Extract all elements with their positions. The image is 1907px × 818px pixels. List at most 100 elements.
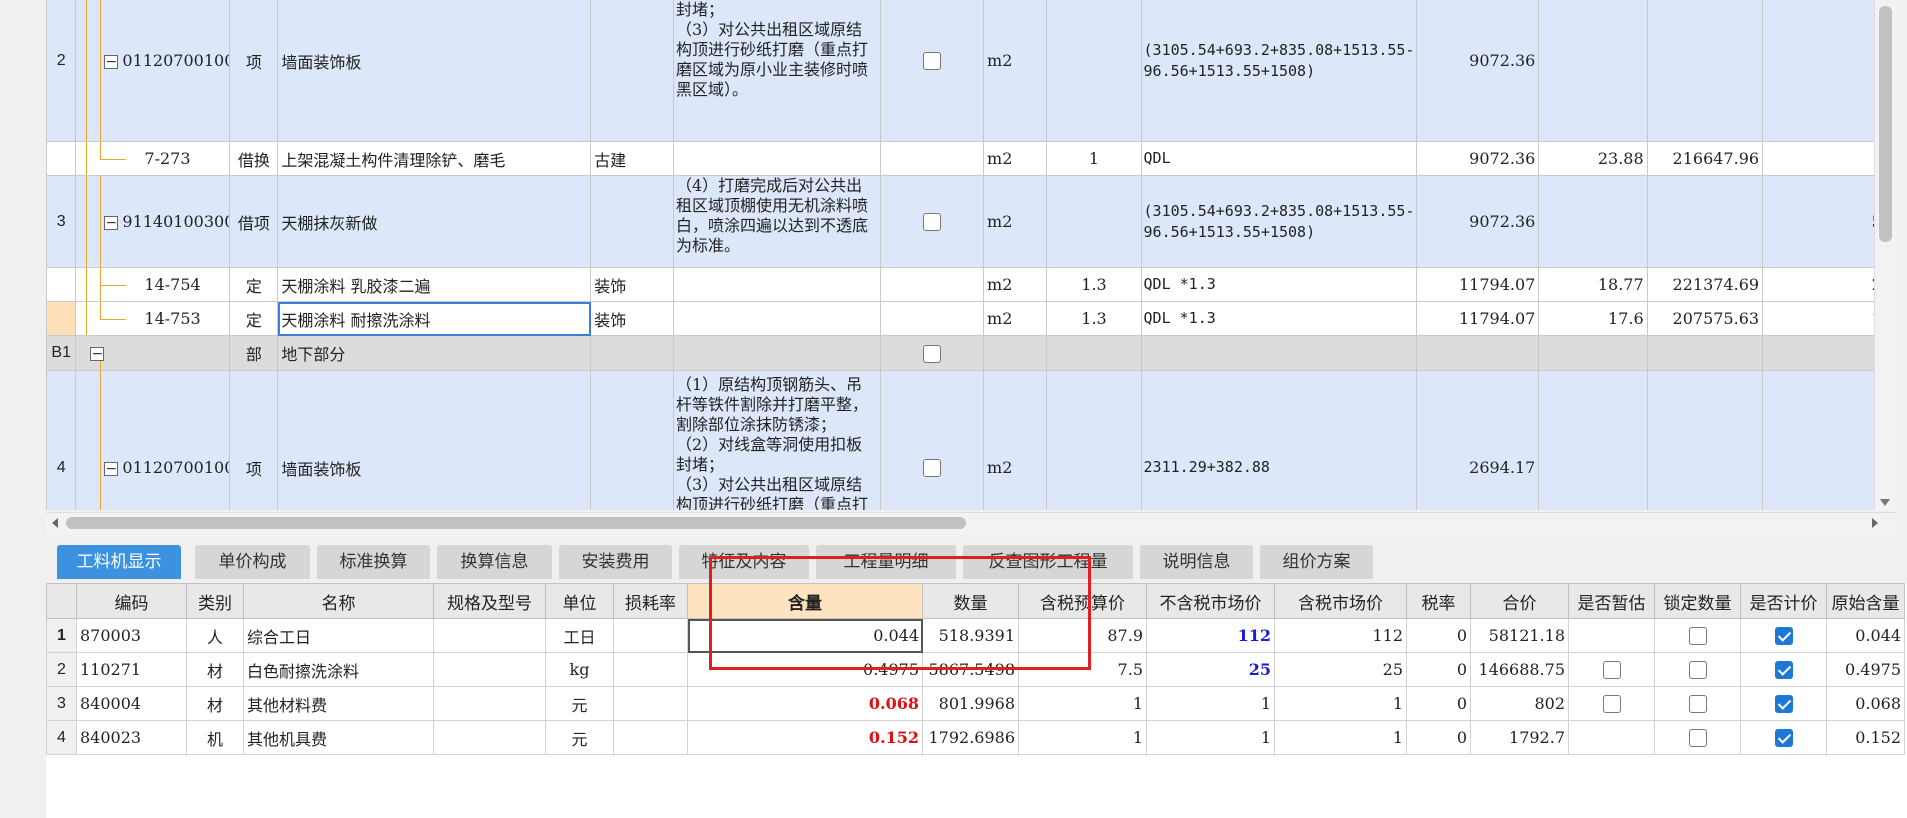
code-cell[interactable]: −011207001001 [75, 0, 231, 142]
priced-cell[interactable] [1740, 720, 1827, 755]
table-row[interactable]: 3 −911401003001 借项 天棚抹灰新做 （4）打磨完成后对公共出租区… [46, 175, 1896, 268]
column-header[interactable]: 含税市场价 [1274, 583, 1407, 619]
lock-qty-checkbox[interactable] [1688, 661, 1707, 680]
provisional-checkbox[interactable] [1602, 661, 1621, 680]
scroll-down-arrow-icon[interactable] [1880, 499, 1890, 506]
checkbox[interactable] [922, 459, 941, 478]
table-row[interactable]: 7-273 借换 上架混凝土构件清理除铲、磨毛 古建 m2 1 QDL 9072… [46, 141, 1896, 176]
total-cell: 58121.18 [1470, 618, 1569, 653]
tab-features-content[interactable]: 特征及内容 [679, 545, 809, 579]
column-header[interactable]: 锁定数量 [1654, 583, 1741, 619]
checkbox[interactable] [922, 344, 941, 363]
lock-qty-cell[interactable] [1654, 686, 1741, 721]
scroll-right-arrow-icon[interactable] [1872, 518, 1878, 528]
column-header[interactable]: 损耗率 [613, 583, 688, 619]
column-header[interactable]: 规格及型号 [433, 583, 546, 619]
code-cell[interactable]: 7-273 [75, 141, 231, 176]
column-header[interactable]: 数量 [922, 583, 1019, 619]
type-cell: 部 [229, 335, 279, 371]
content-cell[interactable]: 0.152 [687, 720, 923, 755]
bill-items-grid[interactable]: 2 −011207001001 项 墙面装饰板 部位涂抹防锈漆； （2）对线盒等… [46, 0, 1896, 510]
lock-qty-cell[interactable] [1654, 652, 1741, 687]
priced-cell[interactable] [1740, 686, 1827, 721]
priced-cell[interactable] [1740, 652, 1827, 687]
table-row[interactable]: 14-754 定 天棚涂料 乳胶漆二遍 装饰 m2 1.3 QDL *1.3 1… [46, 267, 1896, 302]
code-cell[interactable]: 14-753 [75, 301, 231, 336]
coef-cell [1046, 335, 1142, 371]
market-price-ex-tax-cell[interactable]: 1 [1146, 720, 1275, 755]
collapse-icon[interactable]: − [104, 461, 119, 476]
scroll-thumb[interactable] [1879, 6, 1892, 242]
collapse-icon[interactable]: − [104, 54, 119, 69]
collapse-icon[interactable]: − [104, 215, 119, 230]
content-cell[interactable]: 0.4975 [687, 652, 923, 687]
name-cell-focused[interactable]: 天棚涂料 耐擦洗涂料 [277, 301, 592, 336]
lock-qty-checkbox[interactable] [1688, 695, 1707, 714]
content-cell-focused[interactable]: 0.044 [687, 618, 923, 653]
table-row[interactable]: 4 840023 机 其他机具费 元 0.152 1792.6986 1 1 1… [46, 720, 1905, 755]
vertical-scrollbar[interactable] [1874, 0, 1896, 510]
column-header[interactable]: 名称 [243, 583, 434, 619]
priced-checkbox[interactable] [1774, 695, 1793, 714]
table-row[interactable]: 2 −011207001001 项 墙面装饰板 部位涂抹防锈漆； （2）对线盒等… [46, 0, 1896, 142]
table-row[interactable]: 2 110271 材 白色耐擦洗涂料 kg 0.4975 5867.5498 7… [46, 652, 1905, 687]
code-cell[interactable]: −911401003001 [75, 175, 231, 268]
resource-grid[interactable]: 编码 类别 名称 规格及型号 单位 损耗率 含量 数量 含税预算价 不含税市场价… [46, 583, 1907, 818]
column-header[interactable]: 单位 [545, 583, 614, 619]
code-cell[interactable]: 14-754 [75, 267, 231, 302]
checkbox-cell[interactable] [879, 0, 985, 142]
column-header[interactable]: 是否暂估 [1568, 583, 1655, 619]
tab-pricing-scheme[interactable]: 组价方案 [1260, 545, 1373, 579]
unit-cell: m2 [983, 175, 1048, 268]
table-row[interactable]: 3 840004 材 其他材料费 元 0.068 801.9968 1 1 1 … [46, 686, 1905, 721]
horizontal-scrollbar[interactable] [46, 512, 1896, 534]
provisional-cell[interactable] [1568, 686, 1655, 721]
lock-qty-cell[interactable] [1654, 720, 1741, 755]
tab-reverse-lookup-quantity[interactable]: 反查图形工程量 [963, 545, 1133, 579]
checkbox-cell[interactable] [879, 335, 985, 371]
scroll-thumb[interactable] [66, 517, 966, 529]
checkbox-cell[interactable] [879, 370, 985, 510]
priced-cell[interactable] [1740, 618, 1827, 653]
total-cell: 1792.7 [1470, 720, 1569, 755]
market-price-ex-tax-cell[interactable]: 1 [1146, 686, 1275, 721]
provisional-checkbox[interactable] [1602, 695, 1621, 714]
column-header[interactable]: 合价 [1470, 583, 1569, 619]
scroll-left-arrow-icon[interactable] [52, 518, 58, 528]
tab-conversion-info[interactable]: 换算信息 [437, 545, 552, 579]
checkbox[interactable] [922, 213, 941, 232]
content-cell[interactable]: 0.068 [687, 686, 923, 721]
column-header[interactable]: 含税预算价 [1018, 583, 1147, 619]
column-header[interactable]: 不含税市场价 [1146, 583, 1275, 619]
column-header[interactable]: 原始含量 [1826, 583, 1905, 619]
market-price-ex-tax-cell[interactable]: 25 [1146, 652, 1275, 687]
table-row[interactable]: 1 870003 人 综合工日 工日 0.044 518.9391 87.9 1… [46, 618, 1905, 653]
column-header[interactable]: 类别 [186, 583, 244, 619]
column-header[interactable]: 税率 [1406, 583, 1471, 619]
lock-qty-cell[interactable] [1654, 618, 1741, 653]
checkbox-cell[interactable] [879, 175, 985, 268]
tab-quantity-details[interactable]: 工程量明细 [816, 545, 956, 579]
table-row-selected[interactable]: 14-753 定 天棚涂料 耐擦洗涂料 装饰 m2 1.3 QDL *1.3 1… [46, 301, 1896, 336]
tab-labor-material-machine[interactable]: 工料机显示 [57, 545, 181, 579]
lock-qty-checkbox[interactable] [1688, 627, 1707, 646]
code-cell[interactable]: − [75, 335, 231, 371]
market-price-ex-tax-cell[interactable]: 112 [1146, 618, 1275, 653]
code-cell[interactable]: −011207001002 [75, 370, 231, 510]
collapse-icon[interactable]: − [90, 347, 105, 361]
table-row[interactable]: 4 −011207001002 项 墙面装饰板 （1）原结构顶钢筋头、吊杆等铁件… [46, 370, 1896, 510]
priced-checkbox[interactable] [1774, 661, 1793, 680]
column-header[interactable]: 是否计价 [1740, 583, 1827, 619]
checkbox[interactable] [922, 52, 941, 71]
column-header[interactable]: 编码 [76, 583, 187, 619]
tab-unit-price-composition[interactable]: 单价构成 [195, 545, 310, 579]
provisional-cell[interactable] [1568, 652, 1655, 687]
table-row-section[interactable]: B1 − 部 地下部分 [46, 335, 1896, 371]
tab-installation-fees[interactable]: 安装费用 [559, 545, 672, 579]
tab-description-info[interactable]: 说明信息 [1140, 545, 1253, 579]
tab-standard-conversion[interactable]: 标准换算 [317, 545, 430, 579]
priced-checkbox[interactable] [1774, 627, 1793, 646]
column-header-content[interactable]: 含量 [687, 583, 923, 619]
priced-checkbox[interactable] [1774, 729, 1793, 748]
lock-qty-checkbox[interactable] [1688, 729, 1707, 748]
